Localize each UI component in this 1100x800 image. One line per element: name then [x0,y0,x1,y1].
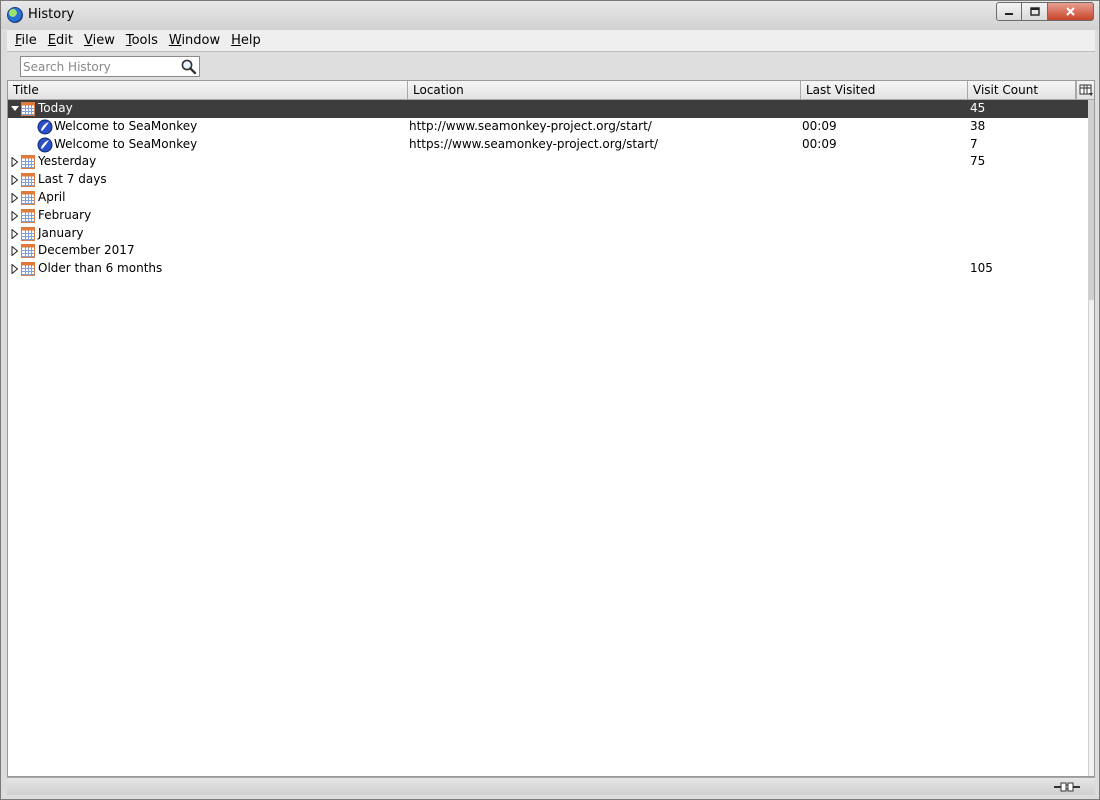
menu-window-label: indow [181,33,221,48]
row-title: Last 7 days [38,172,107,187]
vertical-scrollbar[interactable] [1088,100,1094,776]
menu-edit-mnemonic: E [47,33,56,48]
calendar-icon [21,226,35,241]
calendar-icon [21,173,35,188]
menu-view-label: iew [92,33,115,48]
search-toolbar [7,51,1095,80]
tree-header: Title Location Last Visited Visit Count [8,81,1094,100]
twisty-collapsed-icon[interactable] [11,210,19,221]
twisty-expanded-icon[interactable] [11,104,19,114]
seamonkey-page-icon [37,119,53,135]
menu-edit-label: dit [56,33,73,48]
window-title: History [28,7,75,22]
seamonkey-page-icon [37,137,53,153]
menu-view[interactable]: View [84,33,115,48]
menu-view-mnemonic: V [83,33,93,48]
tree-folder-row[interactable]: Last 7 days [8,171,1094,189]
close-button[interactable] [1048,2,1094,21]
column-picker-icon [1079,84,1093,96]
row-title: April [38,189,66,204]
maximize-button[interactable] [1022,2,1048,21]
row-title: Today [38,101,73,115]
seamonkey-globe-icon [7,7,23,23]
column-header-location[interactable]: Location [408,81,801,99]
menu-tools-label: ools [131,33,158,48]
row-last-visited: 00:09 [802,118,837,133]
calendar-icon [21,262,35,277]
plug-icon[interactable] [1053,780,1081,794]
title-bar[interactable]: History [1,1,1099,29]
menu-edit[interactable]: Edit [48,33,73,48]
minimize-button[interactable] [996,2,1022,21]
row-title: February [38,207,92,222]
tree-rows: Today 45 Welcome to SeaMonkey http://www.se… [8,100,1094,278]
menu-help-label: elp [240,33,261,48]
tree-folder-row[interactable]: Older than 6 months 105 [8,260,1094,278]
row-visit-count: 7 [970,136,978,151]
menu-window-mnemonic: W [168,33,182,48]
tree-folder-row[interactable]: April [8,189,1094,207]
row-last-visited: 00:09 [802,136,837,151]
twisty-collapsed-icon[interactable] [11,246,19,257]
close-icon [1066,7,1075,16]
calendar-icon [21,190,35,205]
calendar-icon [21,208,35,223]
calendar-icon [21,102,35,116]
calendar-icon [21,155,35,170]
search-input[interactable] [23,59,173,74]
history-tree[interactable]: Title Location Last Visited Visit Count … [7,80,1095,777]
scrollbar-thumb[interactable] [1089,100,1094,300]
menu-file-label: ile [21,33,37,48]
column-picker-button[interactable] [1076,81,1094,99]
search-box[interactable] [20,56,200,77]
twisty-collapsed-icon[interactable] [11,264,19,275]
row-visit-count: 45 [970,101,986,115]
column-header-visit-count[interactable]: Visit Count [968,81,1076,99]
row-visit-count: 75 [970,154,986,169]
column-header-title[interactable]: Title [8,81,408,99]
twisty-collapsed-icon[interactable] [11,175,19,186]
twisty-collapsed-icon[interactable] [11,192,19,203]
twisty-collapsed-icon[interactable] [11,228,19,239]
tree-folder-row[interactable]: Today 45 [8,100,1094,118]
row-visit-count: 38 [970,118,986,133]
tree-folder-row[interactable]: February [8,207,1094,225]
menu-help[interactable]: Help [231,33,261,48]
window-controls [996,2,1094,21]
twisty-collapsed-icon[interactable] [11,157,19,168]
menu-file[interactable]: File [15,33,37,48]
tree-folder-row[interactable]: Yesterday 75 [8,153,1094,171]
minimize-icon [1005,12,1013,15]
row-visit-count: 105 [970,261,993,276]
menu-window[interactable]: Window [169,33,220,48]
column-header-last-visited[interactable]: Last Visited [801,81,968,99]
row-location: http://www.seamonkey-project.org/start/ [409,118,652,133]
tree-folder-row[interactable]: December 2017 [8,242,1094,260]
magnifier-icon[interactable] [180,58,197,75]
row-title: December 2017 [38,243,135,258]
maximize-icon [1029,7,1040,16]
row-location: https://www.seamonkey-project.org/start/ [409,136,659,151]
row-title: Yesterday [38,154,97,169]
calendar-icon [21,244,35,259]
tree-item-row[interactable]: Welcome to SeaMonkey https://www.seamonke… [8,136,1094,154]
tree-folder-row[interactable]: January [8,225,1094,243]
row-title: Welcome to SeaMonkey [54,136,198,151]
menu-tools[interactable]: Tools [126,33,158,48]
row-title: January [38,225,84,240]
history-window: History File Edit View Tools Window Help [0,0,1100,800]
row-title: Older than 6 months [38,261,163,276]
row-title: Welcome to SeaMonkey [54,118,198,133]
status-bar [7,777,1095,795]
menu-bar: File Edit View Tools Window Help [7,29,1095,51]
menu-help-mnemonic: H [231,33,241,48]
tree-item-row[interactable]: Welcome to SeaMonkey http://www.seamonkey… [8,118,1094,136]
